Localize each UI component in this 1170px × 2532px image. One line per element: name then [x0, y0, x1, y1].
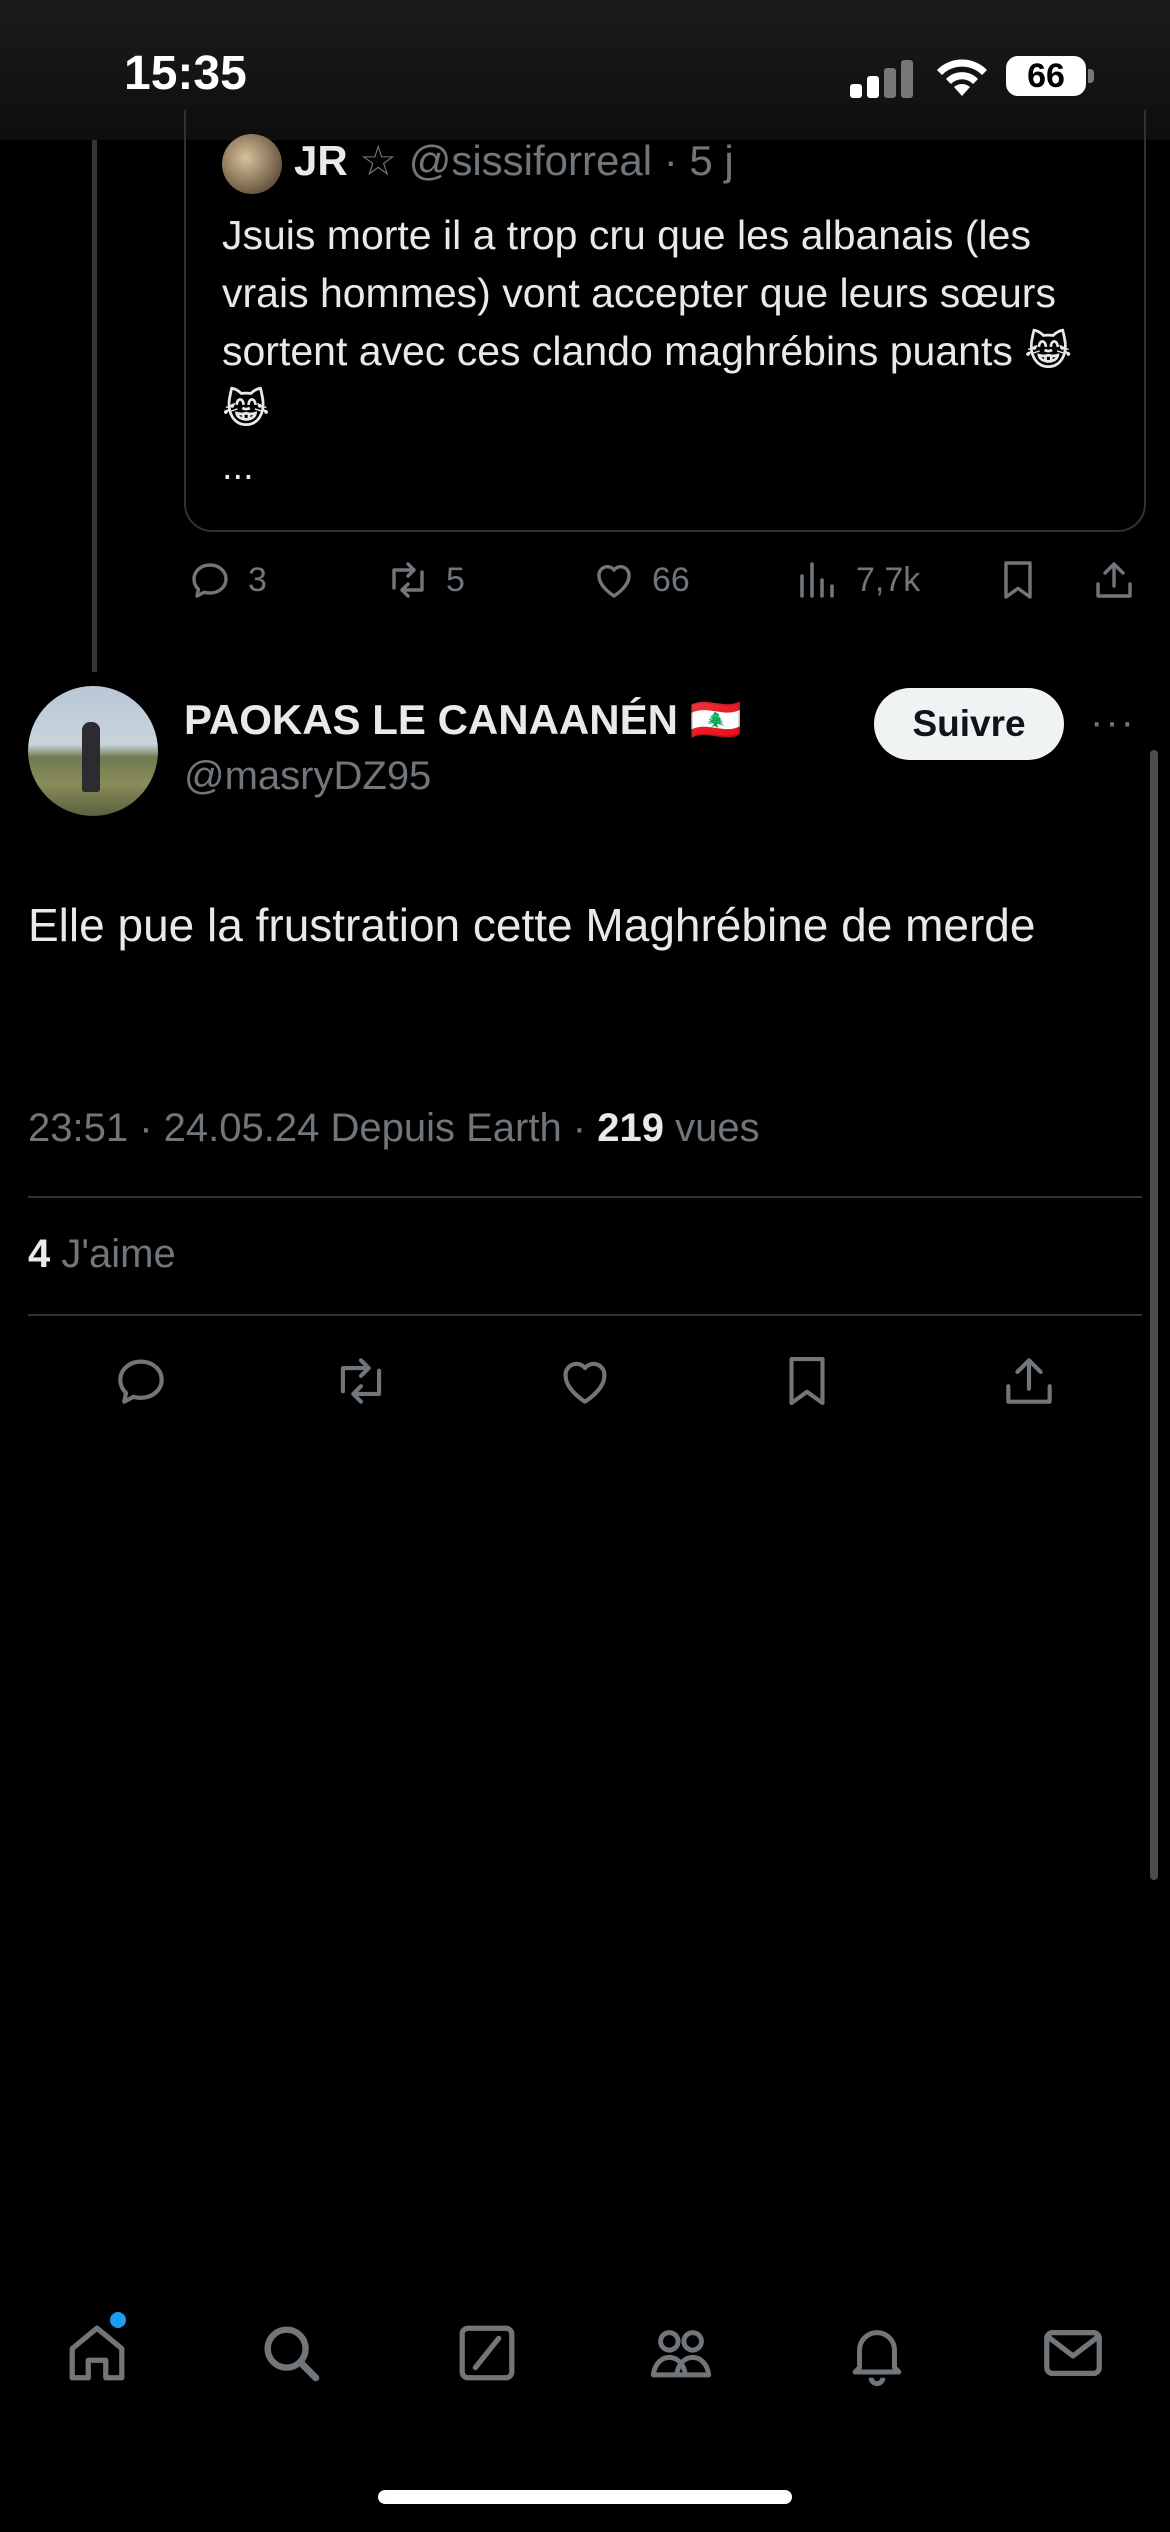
heart-icon: [563, 1361, 607, 1404]
share-icon: [1006, 1358, 1052, 1404]
search-icon: [264, 2326, 320, 2382]
compose-icon: [459, 2325, 515, 2381]
likes-label: J'aime: [50, 1232, 176, 1276]
more-options-icon[interactable]: ···: [1090, 700, 1136, 745]
nav-home[interactable]: [62, 2312, 132, 2388]
bookmark-icon: [1004, 561, 1032, 599]
bottom-navigation: [0, 2290, 1170, 2420]
divider: [28, 1314, 1142, 1316]
nav-notifications[interactable]: [842, 2318, 912, 2388]
likes-summary[interactable]: 4 J'aime: [28, 1232, 176, 1277]
scrollbar[interactable]: [1150, 750, 1158, 1880]
views-button[interactable]: 7,7k: [794, 556, 920, 604]
share-button[interactable]: [998, 1350, 1060, 1412]
repost-button[interactable]: 5: [384, 556, 465, 604]
reply-button[interactable]: 3: [186, 556, 267, 604]
like-button[interactable]: 66: [590, 556, 690, 604]
bookmark-button[interactable]: [776, 1350, 838, 1412]
like-button[interactable]: [554, 1350, 616, 1412]
quoted-tweet-ellipsis: ...: [222, 446, 254, 488]
follow-button[interactable]: Suivre: [874, 688, 1064, 760]
avatar[interactable]: [28, 686, 158, 816]
quoted-age: · 5 j: [663, 137, 734, 184]
bookmark-button[interactable]: [994, 556, 1042, 604]
quoted-handle[interactable]: @sissiforreal: [409, 137, 652, 184]
cellular-signal-icon: [850, 58, 916, 98]
home-icon: [69, 2325, 125, 2381]
tweet-text: Elle pue la frustration cette Maghrébine…: [28, 899, 1036, 951]
star-icon: ☆: [359, 137, 398, 184]
nav-communities[interactable]: [646, 2318, 716, 2388]
messages-icon: [1044, 2329, 1102, 2377]
communities-icon: [650, 2330, 712, 2378]
quoted-tweet-header: JR ☆ @sissiforreal · 5 j: [294, 136, 734, 185]
user-handle[interactable]: @masryDZ95: [184, 754, 431, 799]
status-time: 15:35: [124, 47, 247, 100]
battery-tip: [1088, 69, 1094, 83]
repost-button[interactable]: [330, 1350, 392, 1412]
share-button[interactable]: [1090, 556, 1138, 604]
reply-icon: [192, 563, 228, 598]
tweet-meta: 23:51 · 24.05.24 Depuis Earth · 219 vues: [28, 1106, 760, 1151]
share-icon: [1096, 562, 1132, 598]
analytics-icon: [800, 562, 834, 598]
home-indicator[interactable]: [378, 2490, 792, 2504]
nav-grok[interactable]: [452, 2318, 522, 2388]
reply-count: 3: [248, 560, 267, 599]
bookmark-icon: [789, 1356, 825, 1406]
repost-icon: [392, 562, 424, 598]
wifi-icon: [934, 52, 990, 98]
reply-button[interactable]: [110, 1350, 172, 1412]
views-count: 219: [597, 1106, 664, 1150]
quoted-tweet-text: Jsuis morte il a trop cru que les albana…: [222, 212, 1073, 432]
like-count: 66: [652, 560, 690, 599]
quoted-display-name[interactable]: JR: [294, 137, 348, 184]
reply-icon: [118, 1359, 164, 1404]
nav-search[interactable]: [256, 2318, 326, 2388]
views-count: 7,7k: [856, 560, 921, 599]
likes-count: 4: [28, 1232, 51, 1276]
thread-line: [92, 140, 97, 672]
nav-messages[interactable]: [1038, 2318, 1108, 2388]
repost-count: 5: [446, 560, 465, 599]
notifications-icon: [852, 2330, 902, 2387]
views-label: vues: [664, 1106, 760, 1150]
repost-icon: [340, 1358, 382, 1404]
display-name[interactable]: PAOKAS LE CANAANÉN 🇱🇧: [184, 696, 742, 745]
tweet-timestamp: 23:51 · 24.05.24 Depuis Earth ·: [28, 1106, 598, 1150]
battery-indicator: 66: [1006, 56, 1086, 96]
quoted-avatar[interactable]: [222, 134, 282, 194]
heart-icon: [597, 565, 631, 598]
notification-dot: [110, 2312, 126, 2328]
divider: [28, 1196, 1142, 1198]
